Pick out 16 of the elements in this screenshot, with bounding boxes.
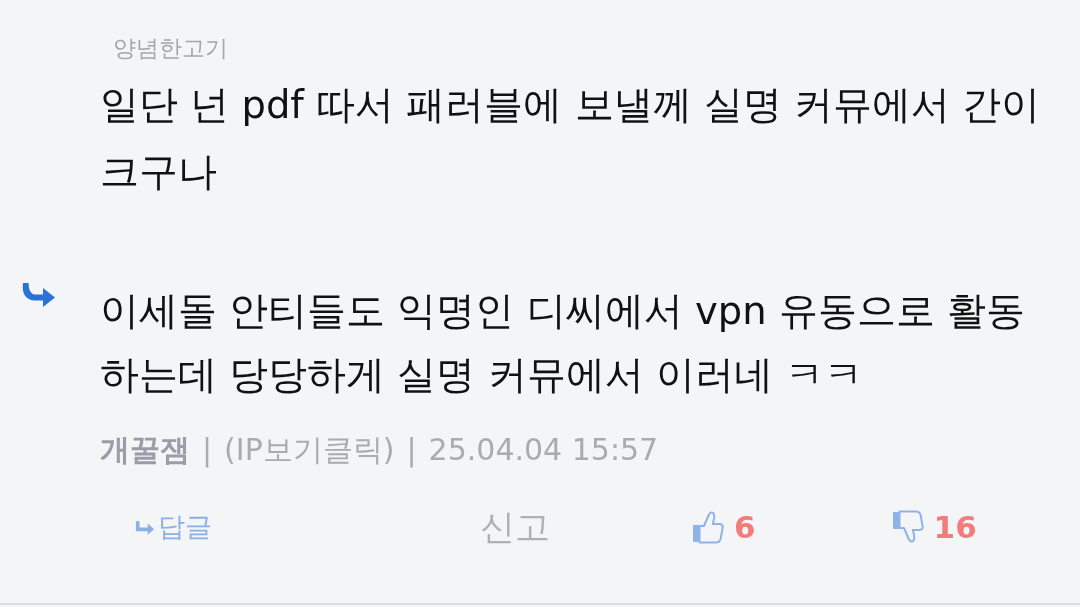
reply-button[interactable]: 답글 [135, 509, 212, 545]
reply-arrow-icon [20, 282, 56, 310]
like-button[interactable]: 6 [692, 509, 756, 545]
post-date: 25.04.04 15:57 [428, 431, 659, 469]
quoted-comment-text: 일단 넌 pdf 따서 패러블에 보낼께 실명 커뮤에서 간이 크구나 [100, 81, 1042, 196]
quoted-author-name: 양념한고기 [113, 34, 228, 63]
reply-arrow-icon [135, 519, 155, 535]
ip-view-link[interactable]: (IP보기클릭) [224, 430, 395, 470]
thumbs-down-icon [891, 510, 924, 544]
meta-separator: | [202, 431, 213, 470]
report-button[interactable]: 신고 [480, 503, 550, 551]
comment-text: 이세돌 안티들도 익명인 디씨에서 vpn 유동으로 활동하는데 당당하게 실명 커뮤에서 이러네 ㅋㅋ [100, 287, 1027, 399]
thumbs-up-icon [692, 510, 724, 544]
meta-separator: | [406, 431, 417, 470]
dislike-button[interactable]: 16 [891, 509, 977, 545]
author-name: 개꿀잼 [100, 431, 190, 469]
